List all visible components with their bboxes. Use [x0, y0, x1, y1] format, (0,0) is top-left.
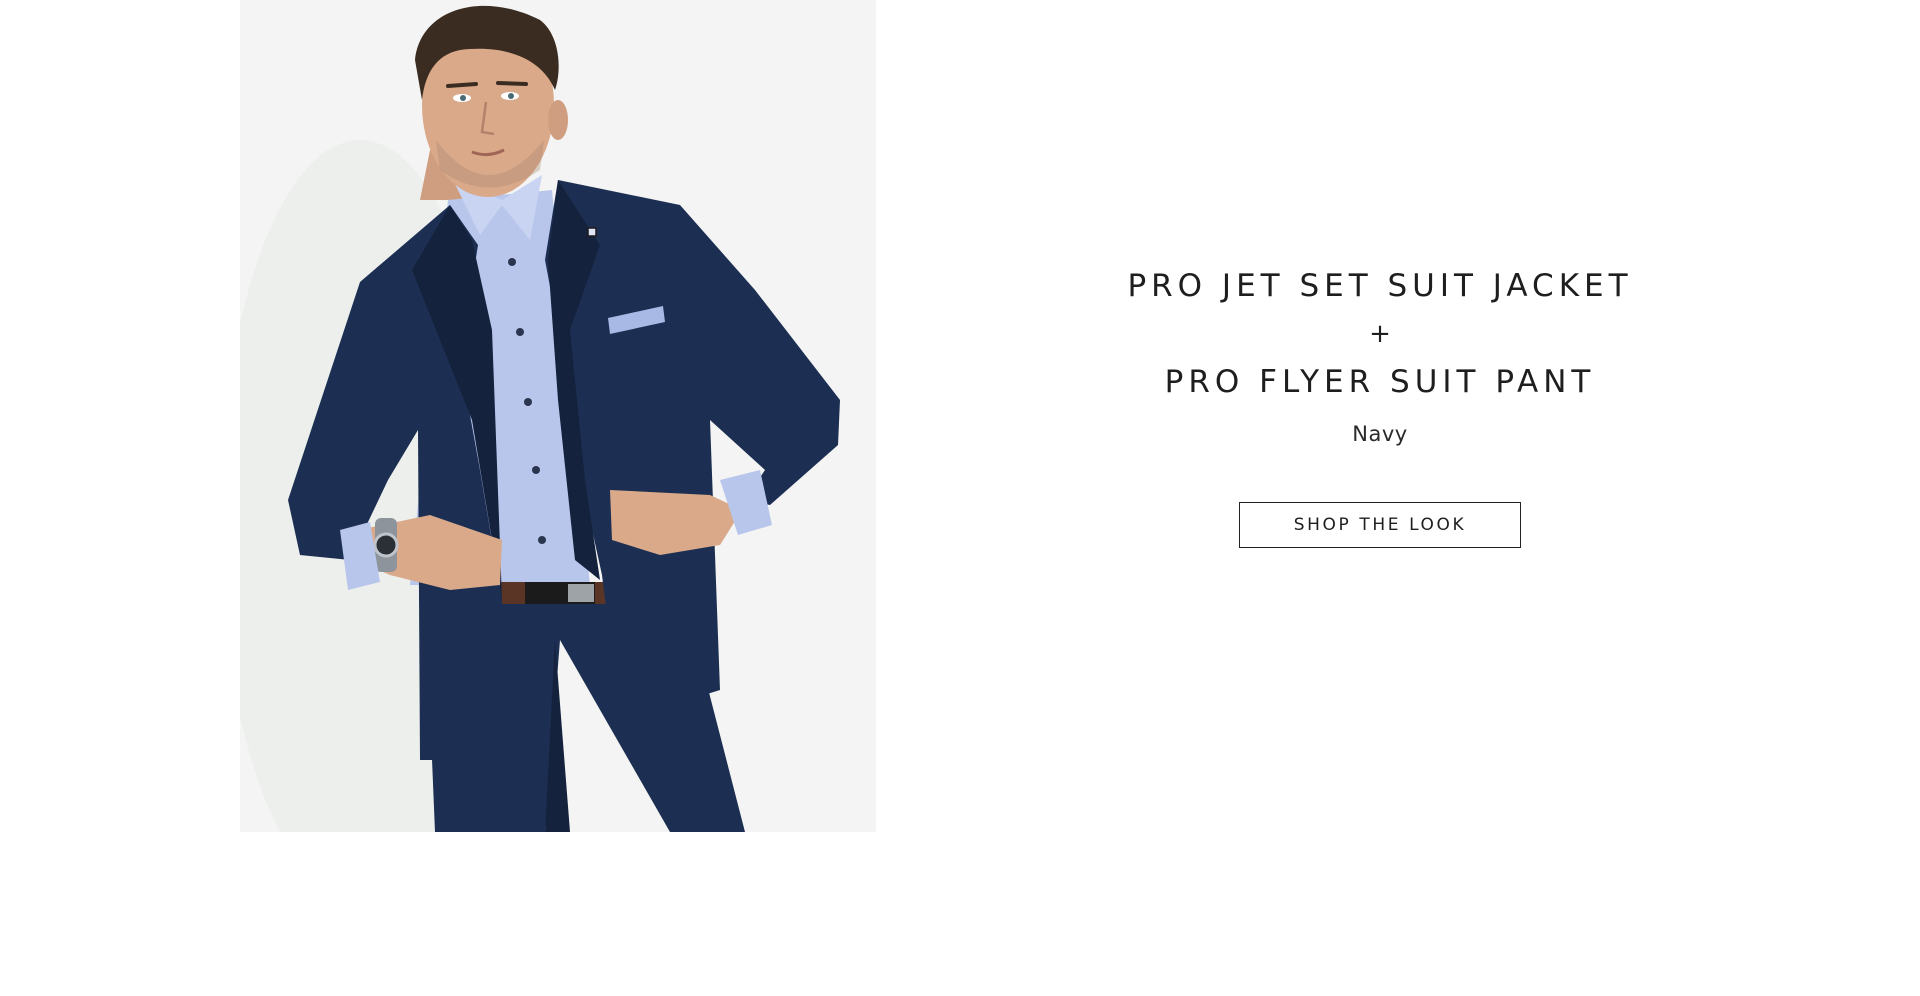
shop-the-look-button[interactable]: SHOP THE LOOK [1239, 502, 1521, 548]
hero-model-image[interactable] [240, 0, 876, 832]
look-details: PRO JET SET SUIT JACKET + PRO FLYER SUIT… [1000, 262, 1760, 548]
model-illustration [240, 0, 876, 832]
page: PRO JET SET SUIT JACKET + PRO FLYER SUIT… [0, 0, 1920, 996]
product-title-jacket[interactable]: PRO JET SET SUIT JACKET [1000, 262, 1760, 310]
product-title-pant[interactable]: PRO FLYER SUIT PANT [1000, 358, 1760, 406]
plus-separator: + [1369, 319, 1391, 349]
product-color-label: Navy [1352, 422, 1408, 446]
